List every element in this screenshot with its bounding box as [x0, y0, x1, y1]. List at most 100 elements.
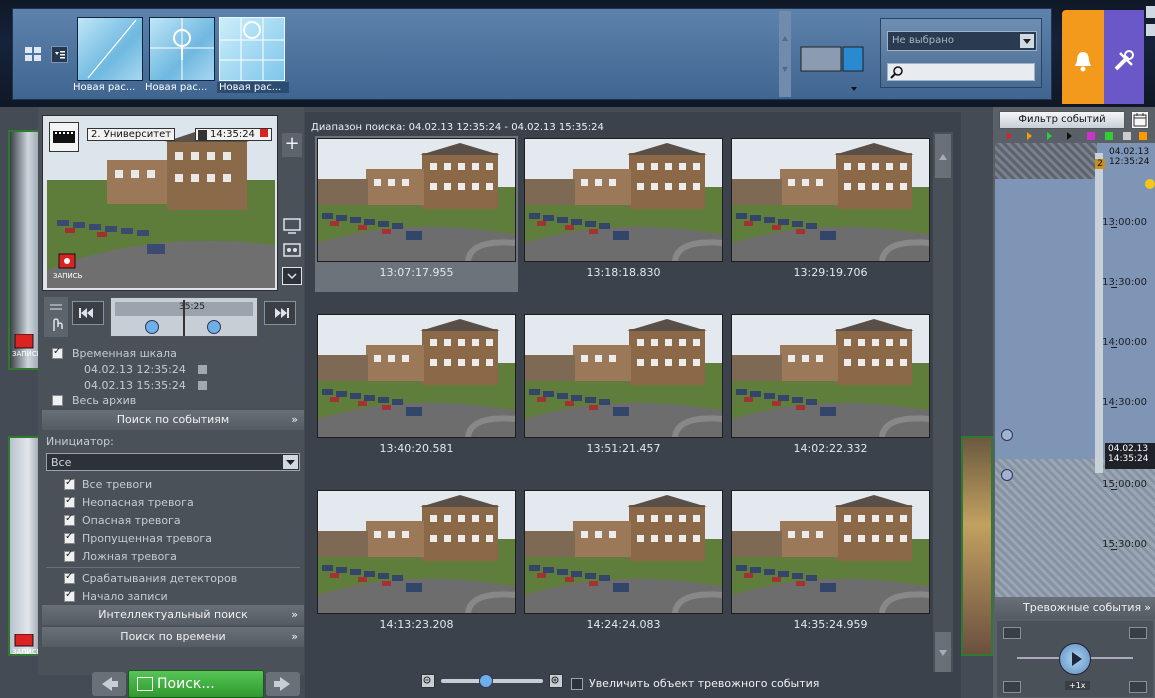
layout-tile-3-selected[interactable] — [219, 17, 285, 81]
prev-alarm-button[interactable] — [1003, 627, 1021, 639]
check-record-start[interactable] — [64, 589, 75, 602]
hand-tool-icon[interactable] — [44, 297, 68, 337]
side-record-icon-1[interactable]: ЗАПИСЬ — [12, 334, 41, 358]
event-search-label: Поиск по событиям — [116, 413, 230, 426]
layout-menu-button[interactable] — [51, 46, 68, 63]
monitor-layout-preview[interactable] — [799, 17, 865, 95]
layout-tile-1[interactable] — [77, 17, 143, 81]
step-forward-button[interactable] — [264, 301, 296, 325]
calendar-button[interactable] — [1131, 111, 1149, 129]
step-back-button[interactable] — [72, 301, 104, 325]
window-up-button[interactable] — [1146, 6, 1155, 18]
event-type-filters[interactable] — [999, 131, 1149, 141]
camera-time-label: 14:35:24 — [195, 128, 273, 141]
play-alarm-button[interactable] — [1059, 643, 1091, 675]
layout-tile-2[interactable] — [149, 17, 215, 81]
result-thumbnail[interactable]: 14:13:23.208 — [315, 488, 518, 644]
monitor-icon[interactable] — [282, 217, 302, 235]
zoom-in-timeline-button[interactable] — [1001, 429, 1013, 441]
check-missed-alarm[interactable] — [64, 531, 75, 544]
play-forward-button[interactable] — [207, 320, 221, 334]
camera-select[interactable]: Не выбрано — [887, 31, 1037, 51]
range-start[interactable]: 04.02.13 12:35:24 — [84, 363, 186, 376]
marker-badge[interactable]: 2 — [1095, 159, 1105, 169]
next-alarm-button[interactable] — [1129, 627, 1147, 639]
back-arrow-button[interactable] — [92, 672, 126, 696]
calendar-icon[interactable] — [198, 365, 207, 374]
calendar-icon[interactable] — [198, 381, 207, 390]
result-thumbnail[interactable]: 13:29:19.706 — [729, 136, 932, 292]
timescale-checkbox[interactable] — [52, 346, 63, 359]
check-safe-alarm[interactable] — [64, 495, 75, 508]
thumbnail-image — [317, 490, 516, 614]
result-thumbnail[interactable]: 14:24:24.083 — [522, 488, 725, 644]
zoom-slider[interactable] — [441, 674, 543, 688]
result-thumbnail[interactable]: 13:07:17.955 — [315, 136, 518, 292]
forward-arrow-button[interactable] — [266, 672, 300, 696]
alarm-events-header[interactable]: Тревожные события » — [995, 597, 1155, 619]
fast-forward-button[interactable] — [1129, 681, 1147, 693]
layout-scrollbar[interactable] — [779, 11, 791, 97]
zoom-in-icon[interactable] — [549, 674, 563, 688]
check-all-alarms[interactable] — [64, 477, 75, 490]
result-thumbnail[interactable]: 13:18:18.830 — [522, 136, 725, 292]
alarm-events-label: Тревожные события — [1023, 601, 1142, 614]
enlarge-object-checkbox[interactable] — [571, 678, 583, 690]
play-reverse-button[interactable] — [145, 320, 159, 334]
record-label: ЗАПИСЬ — [53, 272, 83, 280]
check-detector-triggers[interactable] — [64, 571, 75, 584]
add-camera-button[interactable]: + — [282, 133, 302, 157]
window-down-button[interactable] — [1146, 24, 1155, 36]
initiator-value: Все — [51, 456, 72, 469]
zoom-slider-thumb[interactable] — [479, 674, 493, 688]
current-time-marker[interactable]: 04.02.13 14:35:24 — [1105, 443, 1155, 469]
result-thumbnail[interactable]: 14:35:24.959 — [729, 488, 932, 644]
playback-timeline[interactable]: 35:25 — [110, 297, 258, 337]
initiator-select[interactable]: Все — [46, 453, 300, 471]
time-search-header[interactable]: Поиск по времени » — [42, 627, 304, 647]
alarm-tab[interactable] — [1062, 10, 1104, 104]
tape-icon[interactable] — [282, 241, 302, 259]
camera-search-input[interactable] — [887, 63, 1035, 81]
event-search-header[interactable]: Поиск по событиям » — [42, 410, 304, 430]
settings-tab[interactable] — [1104, 10, 1144, 104]
thumbnail-image — [524, 138, 723, 262]
label-detector-triggers: Срабатывания детекторов — [82, 572, 238, 585]
scroll-down-button[interactable] — [935, 632, 951, 672]
divider — [46, 567, 300, 568]
result-thumbnail[interactable]: 13:51:21.457 — [522, 312, 725, 468]
record-button[interactable]: ЗАПИСЬ — [53, 252, 83, 282]
timeline-ruler[interactable]: 2 04.02.13 12:35:24 13:00:00 13:30:00 14:0… — [995, 143, 1155, 597]
result-thumbnail[interactable]: 14:02:22.332 — [729, 312, 932, 468]
thumbnail-image — [524, 490, 723, 614]
thumbnail-image — [317, 138, 516, 262]
expand-icon: » — [1144, 601, 1151, 614]
label-danger-alarm: Опасная тревога — [82, 514, 181, 527]
whole-archive-checkbox[interactable] — [52, 395, 63, 406]
tools-icon — [1113, 50, 1135, 72]
camera-name-label: 2. Университет — [87, 128, 176, 141]
zoom-out-timeline-button[interactable] — [1001, 469, 1013, 481]
expand-icon: » — [291, 608, 298, 621]
tick-label: 14:00:00 — [1102, 337, 1147, 348]
layout-label-2: Новая рас... — [145, 82, 208, 93]
grid-icon[interactable] — [25, 47, 41, 61]
side-record-icon-2[interactable]: ЗАПИСЬ — [12, 634, 42, 658]
intel-search-header[interactable]: Интеллектуальный поиск » — [42, 605, 304, 625]
zoom-out-icon[interactable] — [421, 674, 435, 688]
range-end[interactable]: 04.02.13 15:35:24 — [84, 379, 186, 392]
check-false-alarm[interactable] — [64, 549, 75, 562]
export-icon[interactable] — [282, 267, 302, 285]
search-options-panel: 2. Университет 14:35:24 ЗАПИСЬ + 35:25 ✓… — [38, 107, 304, 675]
event-filter-button[interactable]: Фильтр событий — [999, 111, 1125, 129]
search-button-label: Поиск... — [157, 676, 215, 692]
search-button[interactable]: Поиск... — [128, 670, 264, 698]
thumbnail-image — [731, 314, 930, 438]
result-thumbnail[interactable]: 13:40:20.581 — [315, 312, 518, 468]
scroll-up-button[interactable] — [935, 134, 951, 178]
side-record-label-2: ЗАПИСЬ — [12, 648, 42, 656]
results-scrollbar[interactable] — [933, 132, 953, 672]
rewind-button[interactable] — [1003, 681, 1021, 693]
playhead[interactable] — [183, 300, 185, 336]
check-danger-alarm[interactable] — [64, 513, 75, 526]
